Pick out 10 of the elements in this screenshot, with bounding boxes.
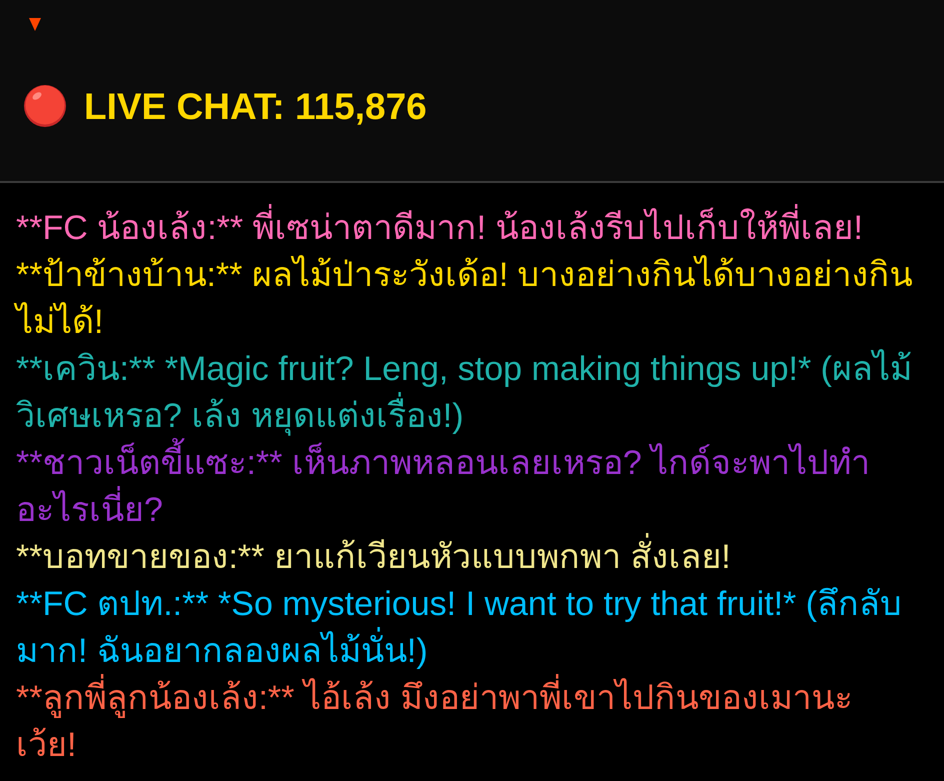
chat-message: **FC ตปท.:** *So mysterious! I want to try that fruit!* (ลึกลับมาก! ฉันอยากลองผลไม้นั่น!) [16,584,904,672]
chat-message: **บอทขายของ:** ยาแก้เวียนหัวแบบพกพา สั่งเลย! [16,534,918,581]
chat-message: **ลูกพี่ลูกน้องเล้ง:** ไอ้เล้ง มึงอย่าพาพี่เขาไปกินของเมานะ เว้ย! [16,675,918,769]
chat-message: **FC น้องเล้ง:** พี่เซน่าตาดีมาก! น้องเล้งรีบไปเก็บให้พี่เลย! [16,205,918,252]
chat-message: **ชาวเน็ตขี้แซะ:** เห็นภาพหลอนเลยเหรอ? ไกด์จะพาไปทำอะไรเนี่ย? [16,440,918,534]
chat-title: LIVE CHAT: 115,876 [84,88,427,124]
chat-message: **เควิน:** *Magic fruit? Leng, stop making things up!* (ผลไม้วิเศษเหรอ? เล้ง หยุดแต่งเรื่อง!) [16,348,913,438]
caret-icon[interactable] [29,18,41,31]
chat-message: **ป้าข้างบ้าน:** ผลไม้ป่าระวังเด้อ! บางอย่างกินได้บางอย่างกิน ไม่ได้! [16,252,918,346]
status-dot-icon [24,85,66,127]
